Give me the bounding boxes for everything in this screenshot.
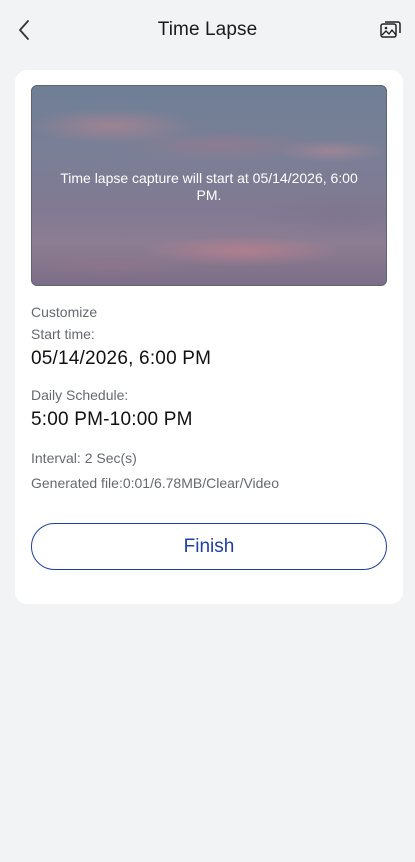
header-bar: Time Lapse	[0, 0, 415, 62]
gallery-icon	[380, 21, 401, 38]
preview-message: Time lapse capture will start at 05/14/2…	[60, 170, 358, 203]
customize-label: Customize	[31, 304, 98, 320]
gallery-button[interactable]	[377, 16, 405, 44]
interval-text: Interval: 2 Sec(s)	[31, 450, 137, 466]
daily-schedule-label: Daily Schedule:	[31, 387, 129, 403]
start-time-label: Start time:	[31, 326, 95, 342]
page-title: Time Lapse	[157, 19, 258, 40]
camera-preview: Time lapse capture will start at 05/14/2…	[31, 85, 387, 286]
daily-schedule-value: 5:00 PM-10:00 PM	[31, 409, 193, 430]
start-time-value: 05/14/2026, 6:00 PM	[31, 348, 212, 369]
time-lapse-card: Time lapse capture will start at 05/14/2…	[15, 70, 403, 604]
generated-file-text: Generated file:0:01/6.78MB/Clear/Video	[31, 475, 280, 491]
finish-button[interactable]: Finish	[31, 523, 387, 570]
